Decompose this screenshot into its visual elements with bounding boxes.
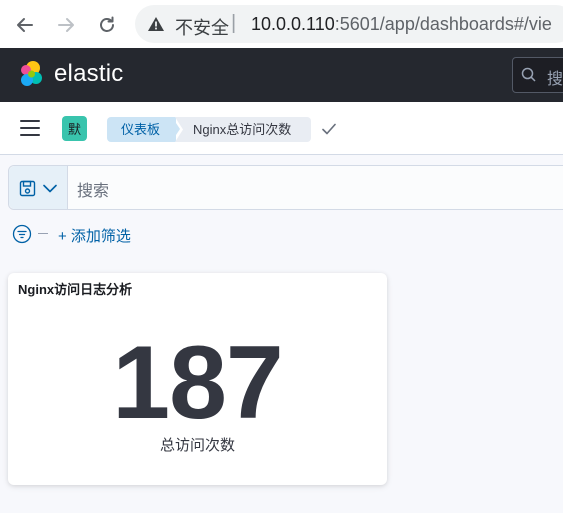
address-bar[interactable]: 不安全 | 10.0.0.110:5601/app/dashboards#/vi… bbox=[135, 5, 563, 43]
space-avatar[interactable]: 默 bbox=[62, 116, 87, 141]
divider bbox=[38, 233, 48, 234]
saved-query-button[interactable] bbox=[9, 166, 68, 209]
global-search-placeholder: 搜 bbox=[547, 71, 563, 88]
metric-label: 总访问次数 bbox=[159, 437, 235, 454]
add-filter-button[interactable]: + 添加筛选 bbox=[58, 225, 131, 246]
metric-value: 187 bbox=[112, 325, 284, 441]
query-search-input[interactable]: 搜索 bbox=[77, 177, 109, 201]
save-icon bbox=[19, 180, 36, 197]
panel-title: Nginx访问日志分析 bbox=[18, 282, 133, 297]
back-button[interactable] bbox=[12, 12, 38, 38]
url-host: 10.0.0.110 bbox=[251, 14, 335, 34]
breadcrumb-bar: 默 仪表板 Nginx总访问次数 bbox=[0, 102, 563, 155]
reload-icon bbox=[100, 16, 114, 32]
hamburger-menu-button[interactable] bbox=[20, 120, 42, 138]
global-search-input[interactable]: 搜 bbox=[512, 57, 563, 93]
warning-icon[interactable] bbox=[147, 16, 165, 32]
filter-options-icon[interactable] bbox=[12, 224, 32, 244]
breadcrumb-dashboards[interactable]: 仪表板 bbox=[107, 117, 177, 142]
elastic-logo-icon[interactable] bbox=[16, 59, 46, 89]
browser-toolbar: 不安全 | 10.0.0.110:5601/app/dashboards#/vi… bbox=[0, 0, 563, 48]
url-path: :5601/app/dashboards#/vie bbox=[334, 14, 552, 34]
kibana-header: elastic 搜 bbox=[0, 48, 563, 102]
check-icon[interactable] bbox=[321, 121, 337, 137]
chevron-down-icon bbox=[43, 184, 57, 193]
reload-button[interactable] bbox=[94, 12, 120, 38]
search-icon bbox=[521, 67, 536, 82]
breadcrumb-current: Nginx总访问次数 bbox=[175, 117, 311, 142]
divider: | bbox=[231, 12, 237, 34]
logo-text[interactable]: elastic bbox=[54, 60, 123, 88]
query-bar: 搜索 bbox=[8, 165, 563, 210]
security-status[interactable]: 不安全 bbox=[175, 14, 229, 40]
url-text[interactable]: 10.0.0.110:5601/app/dashboards#/vie bbox=[251, 14, 552, 35]
arrow-left-icon bbox=[17, 18, 33, 32]
dashboard-panel[interactable]: Nginx访问日志分析 187 总访问次数 bbox=[8, 273, 387, 485]
arrow-right-icon bbox=[58, 18, 74, 32]
forward-button[interactable] bbox=[53, 12, 79, 38]
